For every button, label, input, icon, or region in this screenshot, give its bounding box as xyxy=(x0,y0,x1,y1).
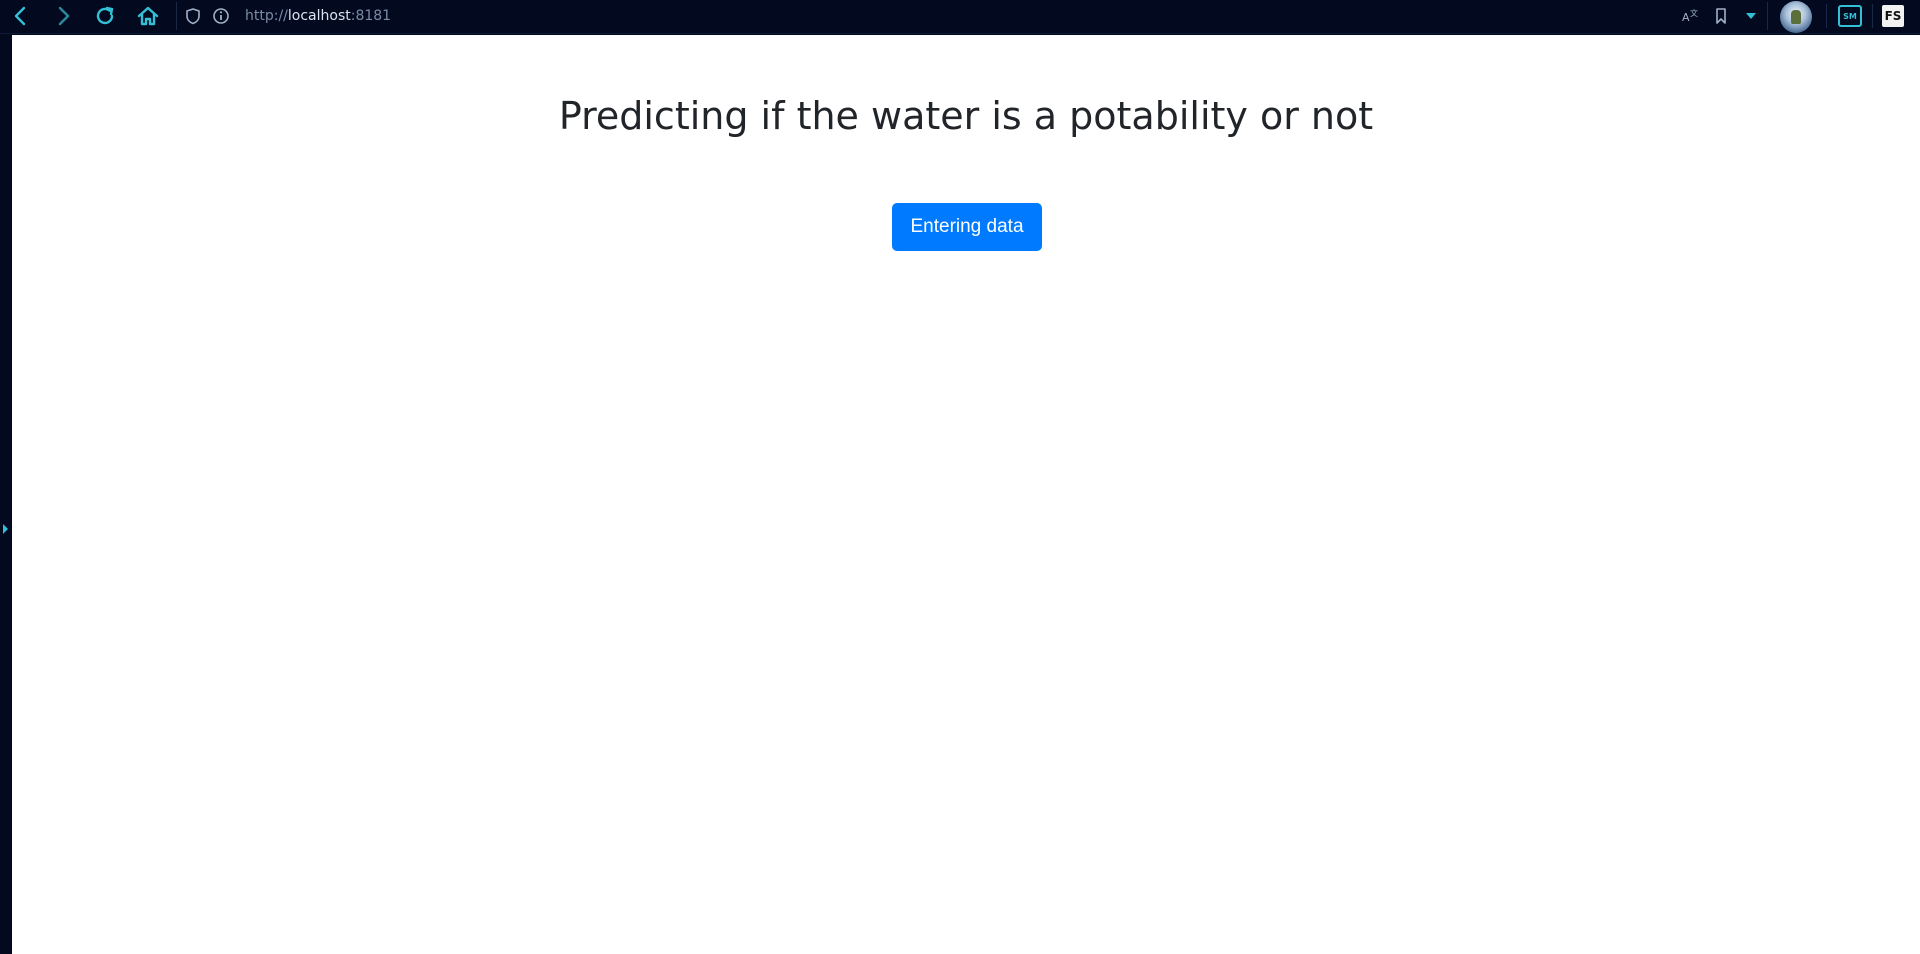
home-icon xyxy=(137,6,159,26)
extension-fs-icon[interactable]: FS xyxy=(1882,5,1904,27)
reload-button[interactable] xyxy=(90,2,120,30)
shield-icon[interactable] xyxy=(181,4,205,28)
extension-sm-icon[interactable]: SM xyxy=(1838,5,1862,27)
url-port: :8181 xyxy=(350,8,392,24)
extension-sm-label: SM xyxy=(1843,11,1857,21)
svg-text:文: 文 xyxy=(1690,8,1698,18)
browser-toolbar: http://localhost:8181 A文 SM FS xyxy=(0,0,1920,34)
address-bar-actions: A文 xyxy=(1681,2,1761,30)
info-icon[interactable] xyxy=(209,4,233,28)
page-title: Predicting if the water is a potability … xyxy=(558,94,1374,138)
sidebar-expand-icon[interactable] xyxy=(3,524,8,534)
home-button[interactable] xyxy=(133,2,163,30)
toolbar-divider xyxy=(1826,4,1827,28)
url-host: localhost xyxy=(287,8,351,24)
bookmark-icon[interactable] xyxy=(1711,6,1731,26)
toolbar-divider xyxy=(1872,4,1873,28)
dropdown-arrow-icon[interactable] xyxy=(1741,6,1761,26)
back-button[interactable] xyxy=(6,2,36,30)
svg-text:A: A xyxy=(1682,11,1690,24)
address-bar[interactable]: http://localhost:8181 A文 xyxy=(176,2,1768,30)
extension-fs-label: FS xyxy=(1884,9,1902,23)
reload-icon xyxy=(96,6,114,25)
chevron-left-icon xyxy=(14,6,26,26)
forward-button[interactable] xyxy=(48,2,78,30)
sidebar-strip xyxy=(0,34,12,954)
translate-icon[interactable]: A文 xyxy=(1681,6,1701,26)
entering-data-button[interactable]: Entering data xyxy=(892,203,1042,251)
url-scheme: http:// xyxy=(245,8,288,24)
url-text[interactable]: http://localhost:8181 xyxy=(245,8,391,24)
page-content: Predicting if the water is a potability … xyxy=(12,35,1920,954)
profile-avatar[interactable] xyxy=(1780,1,1812,33)
avatar-figure xyxy=(1791,10,1801,24)
chevron-right-icon xyxy=(58,6,70,26)
